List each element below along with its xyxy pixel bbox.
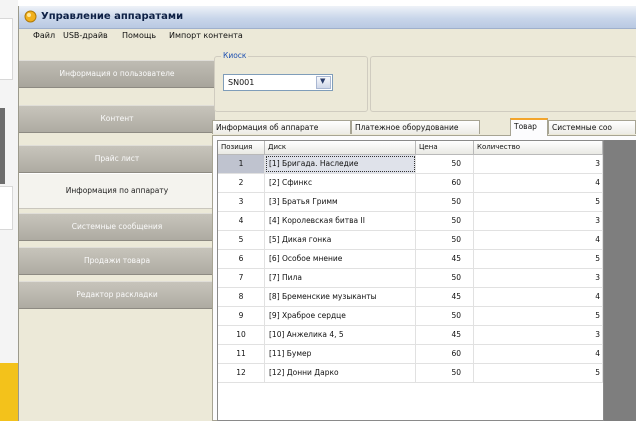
cell-disc[interactable]: [9] Храброе сердце [265, 307, 416, 325]
table-row[interactable]: 7 [7] Пила 50 3 [218, 269, 603, 288]
cell-quantity[interactable]: 4 [474, 288, 603, 306]
title-bar[interactable]: Управление аппаратами [19, 6, 636, 29]
cell-disc[interactable]: [4] Королевская битва II [265, 212, 416, 230]
menu-help[interactable]: Помощь [122, 31, 156, 40]
cell-price[interactable]: 45 [416, 288, 474, 306]
cell-disc[interactable]: [7] Пила [265, 269, 416, 287]
menu-import-content[interactable]: Импорт контента [169, 31, 243, 40]
goods-table[interactable]: Позиция Диск Цена Количество 1 [1] Бригад… [217, 140, 604, 421]
cell-disc[interactable]: [1] Бригада. Наследие [265, 155, 416, 173]
cell-quantity[interactable]: 4 [474, 231, 603, 249]
cell-position[interactable]: 8 [218, 288, 265, 306]
table-row[interactable]: 3 [3] Братья Гримм 50 5 [218, 193, 603, 212]
cell-price[interactable]: 60 [416, 345, 474, 363]
background-yellow-block [0, 363, 18, 421]
cell-price[interactable]: 50 [416, 307, 474, 325]
background-dark-block [0, 108, 5, 184]
tab-strip: Информация об аппарате Платежное оборудо… [212, 118, 636, 136]
cell-disc[interactable]: [5] Дикая гонка [265, 231, 416, 249]
cell-position[interactable]: 7 [218, 269, 265, 287]
background-card [0, 186, 13, 230]
cell-disc[interactable]: [6] Особое мнение [265, 250, 416, 268]
cell-disc[interactable]: [11] Бумер [265, 345, 416, 363]
cell-disc[interactable]: [3] Братья Гримм [265, 193, 416, 211]
cell-price[interactable]: 50 [416, 193, 474, 211]
sidebar-item-sales[interactable]: Продажи товара [19, 247, 215, 275]
tab-goods[interactable]: Товар [510, 118, 548, 136]
cell-position[interactable]: 12 [218, 364, 265, 382]
column-header-position[interactable]: Позиция [218, 141, 265, 155]
cell-quantity[interactable]: 4 [474, 174, 603, 192]
table-row[interactable]: 2 [2] Сфинкс 60 4 [218, 174, 603, 193]
cell-quantity[interactable]: 5 [474, 250, 603, 268]
cell-quantity[interactable]: 3 [474, 155, 603, 173]
cell-position[interactable]: 9 [218, 307, 265, 325]
cell-disc[interactable]: [2] Сфинкс [265, 174, 416, 192]
cell-price[interactable]: 60 [416, 174, 474, 192]
table-row[interactable]: 4 [4] Королевская битва II 50 3 [218, 212, 603, 231]
grid-empty-area [604, 140, 636, 421]
cell-price[interactable]: 50 [416, 269, 474, 287]
background-page-strip [0, 0, 18, 421]
cell-quantity[interactable]: 5 [474, 364, 603, 382]
cell-disc[interactable]: [8] Бременские музыканты [265, 288, 416, 306]
table-row[interactable]: 10 [10] Анжелика 4, 5 45 3 [218, 326, 603, 345]
cell-price[interactable]: 50 [416, 155, 474, 173]
menu-file[interactable]: Файл [33, 31, 55, 40]
column-header-disc[interactable]: Диск [265, 141, 416, 155]
cell-price[interactable]: 45 [416, 326, 474, 344]
kiosk-select[interactable]: SN001 ▼ [223, 74, 333, 91]
sidebar-item-layout-editor[interactable]: Редактор раскладки [19, 281, 215, 309]
cell-quantity[interactable]: 3 [474, 269, 603, 287]
table-row[interactable]: 8 [8] Бременские музыканты 45 4 [218, 288, 603, 307]
cell-position[interactable]: 6 [218, 250, 265, 268]
cell-position[interactable]: 10 [218, 326, 265, 344]
table-row[interactable]: 1 [1] Бригада. Наследие 50 3 [218, 155, 603, 174]
info-group [370, 56, 636, 112]
cell-disc[interactable]: [12] Донни Дарко [265, 364, 416, 382]
cell-position[interactable]: 1 [218, 155, 265, 173]
table-row[interactable]: 9 [9] Храброе сердце 50 5 [218, 307, 603, 326]
cell-price[interactable]: 50 [416, 364, 474, 382]
kiosk-group: Киоск SN001 ▼ [214, 51, 368, 112]
cell-position[interactable]: 2 [218, 174, 265, 192]
table-row[interactable]: 11 [11] Бумер 60 4 [218, 345, 603, 364]
cell-position[interactable]: 11 [218, 345, 265, 363]
table-row[interactable]: 6 [6] Особое мнение 45 5 [218, 250, 603, 269]
column-header-price[interactable]: Цена [416, 141, 474, 155]
cell-position[interactable]: 3 [218, 193, 265, 211]
chevron-down-icon[interactable]: ▼ [316, 76, 331, 89]
cell-quantity[interactable]: 5 [474, 193, 603, 211]
cell-quantity[interactable]: 4 [474, 345, 603, 363]
cell-quantity[interactable]: 3 [474, 212, 603, 230]
table-row[interactable]: 12 [12] Донни Дарко 50 5 [218, 364, 603, 383]
menu-usb-drive[interactable]: USB-драйв [63, 31, 108, 40]
cell-price[interactable]: 45 [416, 250, 474, 268]
tab-machine-info[interactable]: Информация об аппарате [212, 120, 351, 134]
kiosk-label: Киоск [221, 51, 249, 60]
cell-price[interactable]: 50 [416, 231, 474, 249]
cell-position[interactable]: 4 [218, 212, 265, 230]
column-header-quantity[interactable]: Количество [474, 141, 603, 155]
tab-payment-equipment[interactable]: Платежное оборудование [351, 120, 480, 134]
sidebar-item-content[interactable]: Контент [19, 105, 215, 133]
cell-disc[interactable]: [10] Анжелика 4, 5 [265, 326, 416, 344]
cell-price[interactable]: 50 [416, 212, 474, 230]
cell-quantity[interactable]: 5 [474, 307, 603, 325]
background-card [0, 18, 13, 80]
window-title: Управление аппаратами [41, 11, 184, 22]
sidebar-item-system-messages[interactable]: Системные сообщения [19, 213, 215, 241]
kiosk-select-value: SN001 [228, 78, 255, 87]
tab-system-messages[interactable]: Системные соо [548, 120, 636, 134]
app-icon [24, 10, 37, 23]
cell-quantity[interactable]: 3 [474, 326, 603, 344]
sidebar-item-price-list[interactable]: Прайс лист [19, 145, 215, 173]
sidebar-item-machine-info[interactable]: Информация по аппарату [19, 173, 215, 209]
sidebar-item-user-info[interactable]: Информация о пользователе [19, 60, 215, 88]
table-row[interactable]: 5 [5] Дикая гонка 50 4 [218, 231, 603, 250]
sidebar: Информация о пользователе Контент Прайс … [19, 46, 215, 421]
cell-position[interactable]: 5 [218, 231, 265, 249]
menu-bar: Файл USB-драйв Помощь Импорт контента [19, 29, 636, 45]
